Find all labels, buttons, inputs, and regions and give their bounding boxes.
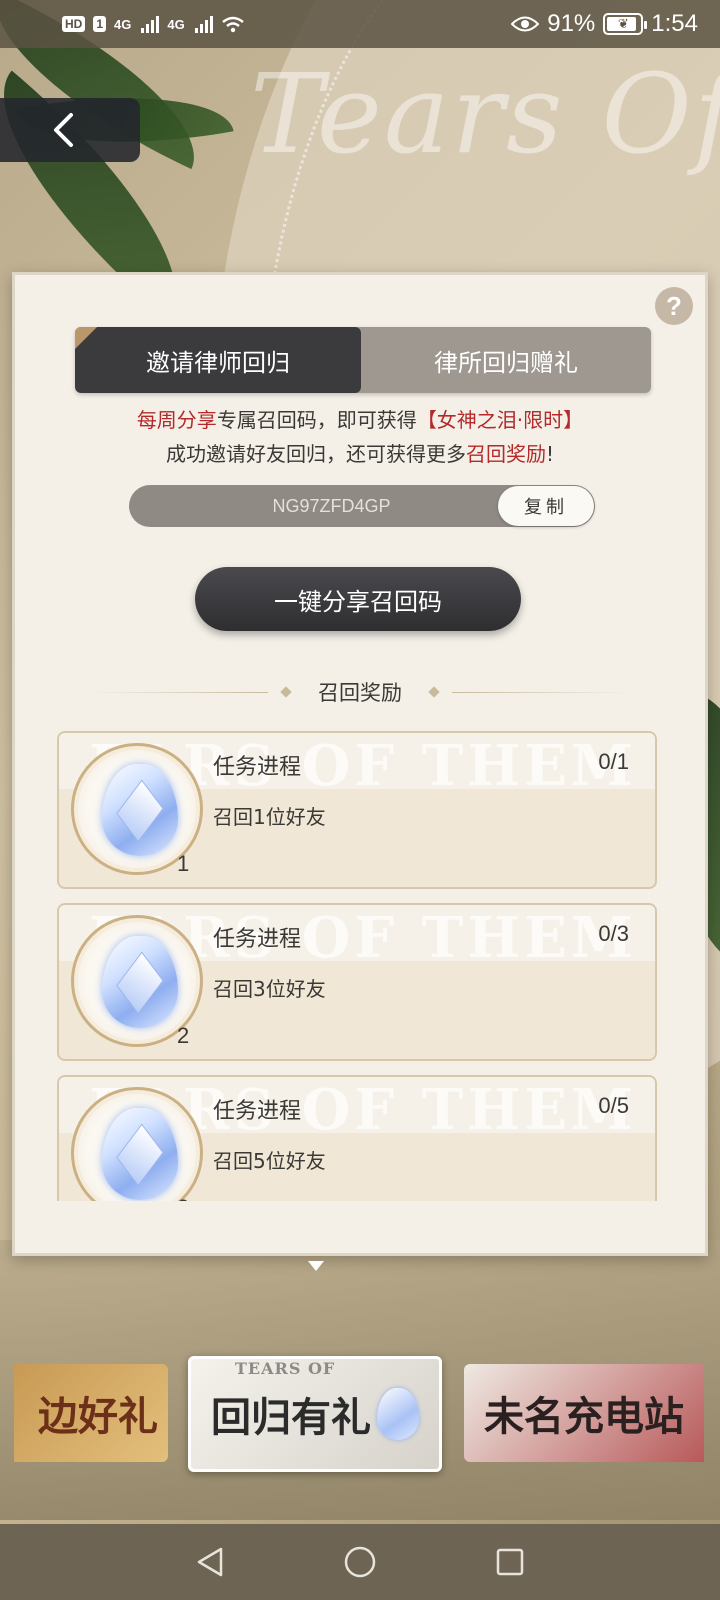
nav-recents-icon[interactable] [495, 1547, 525, 1577]
carousel-pointer-icon [308, 1261, 324, 1271]
copy-button[interactable]: 复制 [498, 486, 594, 526]
intro-line-2: 成功邀请好友回归，还可获得更多召回奖励! [15, 437, 705, 471]
wifi-icon [221, 16, 244, 33]
sim-badge: 1 [93, 16, 107, 32]
system-nav-bar [0, 1524, 720, 1600]
carousel-banner-return-gift[interactable]: 回归有礼 TEARS OF [188, 1356, 442, 1472]
task-title: 任务进程 [213, 755, 302, 780]
tear-gem-icon [102, 1108, 178, 1200]
task-card: EARS OF THEM 1 任务进程 0/1 召回1位好友 [57, 731, 657, 889]
reward-count: 1 [177, 851, 190, 876]
banner-title: 回归有礼 [211, 1394, 371, 1441]
nav-home-icon[interactable] [343, 1545, 377, 1579]
eye-icon [511, 16, 540, 32]
section-header: 召回奖励 [15, 677, 705, 707]
section-title: 召回奖励 [318, 681, 402, 705]
intro-highlight: 召回奖励 [465, 442, 546, 466]
intro-highlight: 每周分享 [136, 408, 217, 432]
network-type-1: 4G [114, 16, 132, 32]
task-progress: 0/5 [598, 1093, 629, 1118]
task-title: 任务进程 [213, 1099, 302, 1124]
background-script-text: Tears Of Them [250, 50, 720, 178]
task-card: EARS OF THEM 2 任务进程 0/5 召回5位好友 [57, 1075, 657, 1201]
task-progress: 0/1 [598, 749, 629, 774]
chevron-left-icon [54, 113, 73, 147]
intro-text-segment: 成功邀请好友回归，还可获得更多 [165, 442, 466, 466]
intro-highlight: 【女神之泪·限时】 [416, 408, 584, 432]
tab-bar: 邀请律师回归 律所回归赠礼 [75, 327, 651, 393]
status-right: 91% ❦ 1:54 [511, 10, 698, 38]
clock-time: 1:54 [651, 10, 698, 37]
recall-code-value: NG97ZFD4GP [272, 495, 391, 516]
task-title: 任务进程 [213, 927, 302, 952]
task-card: EARS OF THEM 2 任务进程 0/3 召回3位好友 [57, 903, 657, 1061]
divider [452, 691, 632, 693]
battery-icon: ❦ [603, 13, 648, 35]
task-list[interactable]: EARS OF THEM 1 任务进程 0/1 召回1位好友 EARS OF T… [57, 731, 657, 1201]
tear-gem-icon [377, 1388, 419, 1440]
carousel-banner-charging-station[interactable]: 未名充电站 [464, 1364, 704, 1462]
task-progress: 0/3 [598, 921, 629, 946]
tab-firm-return-gift[interactable]: 律所回归赠礼 [361, 327, 651, 393]
intro-text: 每周分享专属召回码，即可获得【女神之泪·限时】 成功邀请好友回归，还可获得更多召… [15, 403, 705, 471]
divider [88, 691, 268, 693]
task-description: 召回3位好友 [213, 977, 326, 1001]
battery-percent: 91% [547, 10, 596, 37]
help-button[interactable]: ? [655, 287, 693, 325]
diamond-icon [428, 686, 440, 698]
network-type-2: 4G [167, 16, 185, 32]
signal-icon [194, 15, 213, 33]
recall-panel: ? 邀请律师回归 律所回归赠礼 每周分享专属召回码，即可获得【女神之泪·限时】 … [12, 272, 708, 1256]
share-recall-code-button[interactable]: 一键分享召回码 [195, 567, 521, 631]
recall-code-field: NG97ZFD4GP 复制 [129, 485, 595, 527]
banner-watermark: TEARS OF [235, 1359, 336, 1378]
signal-icon [141, 15, 160, 33]
hd-badge: HD [62, 16, 86, 32]
intro-line-1: 每周分享专属召回码，即可获得【女神之泪·限时】 [15, 403, 705, 437]
intro-text-segment: 专属召回码，即可获得 [216, 408, 417, 432]
tear-gem-icon [102, 936, 178, 1028]
nav-back-icon[interactable] [195, 1546, 225, 1578]
task-description: 召回1位好友 [213, 805, 326, 829]
reward-count: 2 [177, 1023, 190, 1048]
diamond-icon [280, 686, 292, 698]
tear-gem-icon [102, 764, 178, 856]
reward-count: 2 [177, 1195, 189, 1201]
intro-text-segment: ! [545, 442, 555, 466]
tab-invite-lawyer-return[interactable]: 邀请律师回归 [75, 327, 361, 393]
leaf-icon: ❦ [617, 16, 629, 31]
task-description: 召回5位好友 [213, 1149, 326, 1173]
status-left: HD 1 4G 4G [62, 15, 245, 33]
status-bar: HD 1 4G 4G 91% ❦ 1:54 [0, 0, 720, 48]
back-button[interactable] [0, 98, 140, 162]
carousel-banner-friend-gift[interactable]: 边好礼 [14, 1364, 168, 1462]
